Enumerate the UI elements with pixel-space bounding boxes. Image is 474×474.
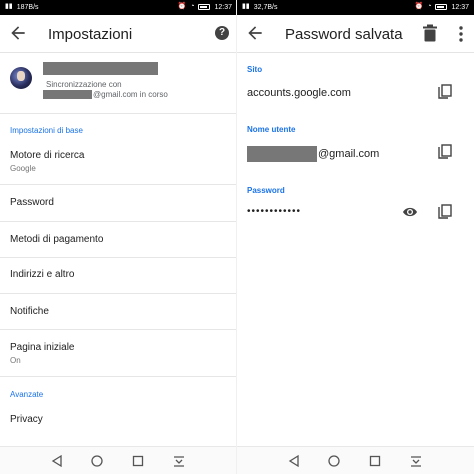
square-recent-icon[interactable] <box>368 454 382 468</box>
settings-item-sub: On <box>10 356 21 365</box>
sync-email-suffix: @gmail.com in corso <box>93 90 168 99</box>
signal-icon: ▮▮ <box>242 3 250 10</box>
circle-home-icon[interactable] <box>90 454 104 468</box>
toolbar: Impostazioni ? <box>0 15 237 53</box>
settings-item-password[interactable]: Password <box>0 185 237 221</box>
system-nav-bar <box>237 446 474 474</box>
notification-pull-icon[interactable] <box>409 454 423 468</box>
circle-home-icon[interactable] <box>327 454 341 468</box>
clock: 12:37 <box>451 3 469 11</box>
page-title: Impostazioni <box>48 26 133 43</box>
settings-item-payments[interactable]: Metodi di pagamento <box>0 222 237 257</box>
saved-password-screen: ▮▮ 32,7B/s ⏰ ◔ 12:37 Password salvata Si… <box>237 0 474 474</box>
username-value: @gmail.com <box>247 146 379 162</box>
battery-icon <box>435 4 448 10</box>
more-vert-icon[interactable] <box>458 25 464 43</box>
settings-item-privacy[interactable]: Privacy <box>0 404 237 436</box>
username-suffix: @gmail.com <box>318 148 380 160</box>
help-icon[interactable]: ? <box>215 26 229 40</box>
eye-icon[interactable] <box>402 206 418 218</box>
settings-item-label: Password <box>10 197 54 208</box>
page-title: Password salvata <box>285 26 403 43</box>
settings-screen: ▮▮ 187B/s ⏰ ◔ 12:37 Impostazioni ? Sincr… <box>0 0 237 474</box>
section-basic-header: Impostazioni di base <box>10 126 83 135</box>
alarm-icon: ⏰ <box>414 3 424 10</box>
wifi-icon: ◔ <box>427 3 432 10</box>
settings-item-notifications[interactable]: Notifiche <box>0 294 237 329</box>
account-name-redacted <box>43 62 158 75</box>
copy-icon[interactable] <box>438 84 452 100</box>
settings-item-label: Privacy <box>10 414 43 425</box>
settings-item-label: Notifiche <box>10 306 49 317</box>
section-advanced-header: Avanzate <box>10 390 44 399</box>
password-label: Password <box>247 186 285 195</box>
site-value: accounts.google.com <box>247 87 351 99</box>
network-speed: 32,7B/s <box>253 3 278 11</box>
copy-icon[interactable] <box>438 144 452 160</box>
signal-icon: ▮▮ <box>5 3 13 10</box>
username-label: Nome utente <box>247 125 296 134</box>
arrow-left-icon[interactable] <box>8 23 28 43</box>
account-header[interactable]: Sincronizzazione con @gmail.com in corso <box>0 58 237 108</box>
copy-icon[interactable] <box>438 204 452 220</box>
sync-label: Sincronizzazione con <box>46 80 122 89</box>
system-nav-bar <box>0 446 237 474</box>
settings-item-homepage[interactable]: Pagina iniziale On <box>0 330 237 372</box>
username-redacted <box>247 146 317 162</box>
divider <box>0 113 237 114</box>
square-recent-icon[interactable] <box>131 454 145 468</box>
alarm-icon: ⏰ <box>177 3 187 10</box>
battery-icon <box>198 4 211 10</box>
email-redacted <box>43 90 92 99</box>
settings-item-addresses[interactable]: Indirizzi e altro <box>0 258 237 293</box>
settings-item-label: Indirizzi e altro <box>10 269 75 280</box>
triangle-back-icon[interactable] <box>287 454 301 468</box>
clock: 12:37 <box>214 3 232 11</box>
status-bar: ▮▮ 32,7B/s ⏰ ◔ 12:37 <box>237 0 474 15</box>
sync-email-line: @gmail.com in corso <box>43 90 168 99</box>
settings-item-label: Metodi di pagamento <box>10 234 104 245</box>
network-speed: 187B/s <box>16 3 39 11</box>
wifi-icon: ◔ <box>190 3 195 10</box>
settings-item-label: Pagina iniziale <box>10 342 75 353</box>
settings-item-search-engine[interactable]: Motore di ricerca Google <box>0 142 237 182</box>
settings-item-sub: Google <box>10 164 36 173</box>
toolbar: Password salvata <box>237 15 474 53</box>
trash-icon[interactable] <box>422 24 438 42</box>
password-masked-value: •••••••••••• <box>247 206 302 217</box>
site-label: Sito <box>247 65 263 74</box>
triangle-back-icon[interactable] <box>50 454 64 468</box>
notification-pull-icon[interactable] <box>172 454 186 468</box>
arrow-left-icon[interactable] <box>245 23 265 43</box>
status-bar: ▮▮ 187B/s ⏰ ◔ 12:37 <box>0 0 237 15</box>
settings-item-label: Motore di ricerca <box>10 150 85 161</box>
divider <box>0 376 237 377</box>
avatar <box>10 67 32 89</box>
